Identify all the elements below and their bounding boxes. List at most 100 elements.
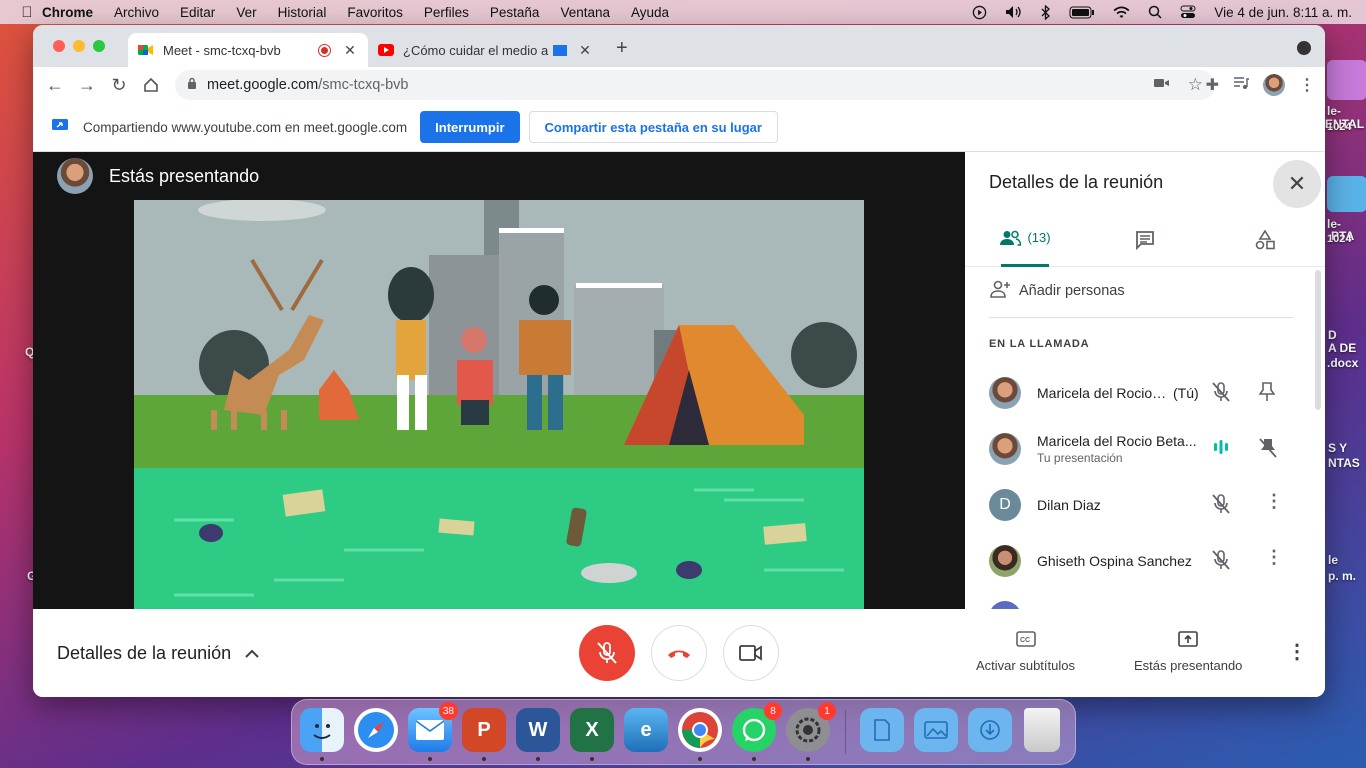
close-panel-button[interactable]: ✕ — [1273, 160, 1321, 208]
trash-icon[interactable] — [1024, 708, 1060, 752]
forward-icon[interactable]: → — [71, 69, 103, 101]
presenter-header: Estás presentando — [57, 158, 259, 194]
address-bar[interactable]: meet.google.com/smc-tcxq-bvb ☆ — [175, 70, 1215, 100]
chrome-menu-icon[interactable]: ⋮ — [1299, 75, 1315, 95]
apple-menu-icon[interactable]:  — [12, 4, 42, 21]
new-tab-icon[interactable]: + — [616, 37, 628, 60]
desktop-folder-icon[interactable] — [1327, 176, 1366, 212]
shared-video[interactable] — [134, 200, 864, 609]
finder-icon[interactable] — [300, 708, 344, 752]
close-window-button[interactable] — [53, 40, 65, 52]
add-people-label: Añadir personas — [1019, 283, 1125, 299]
close-tab-icon[interactable]: ✕ — [342, 42, 358, 59]
menu-favoritos[interactable]: Favoritos — [347, 5, 403, 20]
whatsapp-icon[interactable]: 8 — [732, 702, 782, 752]
word-icon[interactable]: W — [516, 708, 560, 752]
svg-text:CC: CC — [1020, 637, 1030, 644]
pictures-folder-icon[interactable] — [914, 708, 958, 752]
downloads-folder-icon[interactable] — [968, 708, 1012, 752]
participant-subtitle: Tu presentación — [1037, 451, 1123, 465]
reload-icon[interactable]: ↻ — [103, 69, 135, 101]
menu-ayuda[interactable]: Ayuda — [631, 5, 669, 20]
menu-historial[interactable]: Historial — [278, 5, 327, 20]
camera-in-use-icon[interactable] — [1153, 77, 1170, 93]
back-icon[interactable]: ← — [39, 69, 71, 101]
toggle-camera-button[interactable] — [723, 625, 779, 681]
tab-meet[interactable]: Meet - smc-tcxq-bvb ✕ — [128, 33, 368, 67]
play-status-icon[interactable] — [972, 5, 987, 20]
ie-browser-icon[interactable]: e — [624, 708, 668, 752]
mic-off-icon[interactable] — [1211, 549, 1231, 576]
chevron-up-icon — [245, 643, 259, 664]
menu-archivo[interactable]: Archivo — [114, 5, 159, 20]
tab-activities[interactable] — [1253, 229, 1277, 267]
menu-ver[interactable]: Ver — [236, 5, 256, 20]
tab-people[interactable]: (13) — [1000, 230, 1051, 267]
more-options-icon[interactable]: ⋮ — [1265, 547, 1283, 568]
participant-row[interactable]: D Dilan Diaz ⋮ — [965, 477, 1315, 533]
battery-icon[interactable] — [1069, 6, 1095, 19]
tab-search-icon[interactable] — [1297, 41, 1311, 55]
participant-row[interactable]: Maricela del Rocio Beta... Tu presentaci… — [965, 421, 1315, 477]
pin-icon[interactable] — [1258, 381, 1276, 408]
stop-sharing-button[interactable]: Interrumpir — [420, 111, 520, 143]
participant-row[interactable] — [965, 589, 1315, 609]
participant-avatar — [989, 433, 1021, 465]
tab-youtube[interactable]: ¿Cómo cuidar el medio am ✕ — [368, 33, 603, 67]
url-path: /smc-tcxq-bvb — [318, 77, 409, 93]
powerpoint-icon[interactable]: P — [462, 708, 506, 752]
chrome-icon[interactable] — [678, 708, 722, 752]
safari-icon[interactable] — [354, 708, 398, 752]
meeting-details-label: Detalles de la reunión — [57, 643, 232, 663]
control-center-icon[interactable] — [1180, 5, 1196, 19]
menu-perfiles[interactable]: Perfiles — [424, 5, 469, 20]
youtube-icon — [378, 42, 394, 58]
more-options-icon[interactable]: ⋮ — [1287, 639, 1307, 664]
zoom-window-button[interactable] — [93, 40, 105, 52]
desktop-folder-icon[interactable] — [1327, 60, 1366, 100]
menu-editar[interactable]: Editar — [180, 5, 215, 20]
menu-pestana[interactable]: Pestaña — [490, 5, 540, 20]
home-icon[interactable] — [135, 69, 167, 101]
close-tab-icon[interactable]: ✕ — [577, 42, 593, 59]
participant-row[interactable]: Maricela del Rocio ... (Tú) — [965, 365, 1315, 421]
spotlight-search-icon[interactable] — [1148, 5, 1162, 19]
captions-button[interactable]: CC Activar subtítulos — [976, 631, 1075, 673]
mic-off-icon[interactable] — [1211, 493, 1231, 520]
present-now-button[interactable]: Estás presentando — [1134, 631, 1242, 673]
excel-icon[interactable]: X — [570, 708, 614, 752]
media-control-icon[interactable] — [1233, 76, 1249, 95]
lock-icon[interactable] — [187, 77, 197, 93]
menu-app-chrome[interactable]: Chrome — [42, 5, 93, 20]
more-options-icon[interactable]: ⋮ — [1265, 491, 1283, 512]
volume-icon[interactable] — [1005, 5, 1023, 19]
hang-up-icon — [668, 650, 690, 658]
extensions-icon[interactable]: ✚ — [1206, 75, 1219, 95]
meeting-details-toggle[interactable]: Detalles de la reunión — [57, 643, 259, 664]
you-tag: (Tú) — [1173, 385, 1199, 401]
participant-name: Ghiseth Ospina Sanchez — [1037, 553, 1192, 569]
mic-off-icon[interactable] — [1211, 381, 1231, 408]
add-people-button[interactable]: Añadir personas — [989, 280, 1125, 302]
unpin-icon[interactable] — [1259, 437, 1277, 464]
documents-folder-icon[interactable] — [860, 708, 904, 752]
chrome-window: Meet - smc-tcxq-bvb ✕ ¿Cómo cuidar el me… — [33, 25, 1325, 697]
mail-icon[interactable]: 38 — [408, 702, 458, 752]
share-this-tab-button[interactable]: Compartir esta pestaña en su lugar — [528, 111, 778, 143]
menubar-datetime[interactable]: Vie 4 de jun. 8:11 a. m. — [1214, 5, 1352, 20]
participant-row[interactable]: Ghiseth Ospina Sanchez ⋮ — [965, 533, 1315, 589]
leave-call-button[interactable] — [651, 625, 707, 681]
bookmark-star-icon[interactable]: ☆ — [1188, 75, 1203, 95]
minimize-window-button[interactable] — [73, 40, 85, 52]
running-indicator — [698, 757, 702, 761]
panel-scrollbar[interactable] — [1315, 270, 1321, 410]
system-preferences-icon[interactable]: 1 — [786, 702, 836, 752]
profile-avatar[interactable] — [1263, 74, 1285, 96]
panel-tabs: (13) — [965, 222, 1325, 267]
toggle-microphone-button[interactable] — [579, 625, 635, 681]
wifi-icon[interactable] — [1113, 6, 1130, 19]
desktop-label: p. m. — [1328, 569, 1357, 583]
bluetooth-icon[interactable] — [1041, 4, 1051, 20]
tab-chat[interactable] — [1133, 230, 1157, 267]
menu-ventana[interactable]: Ventana — [560, 5, 610, 20]
